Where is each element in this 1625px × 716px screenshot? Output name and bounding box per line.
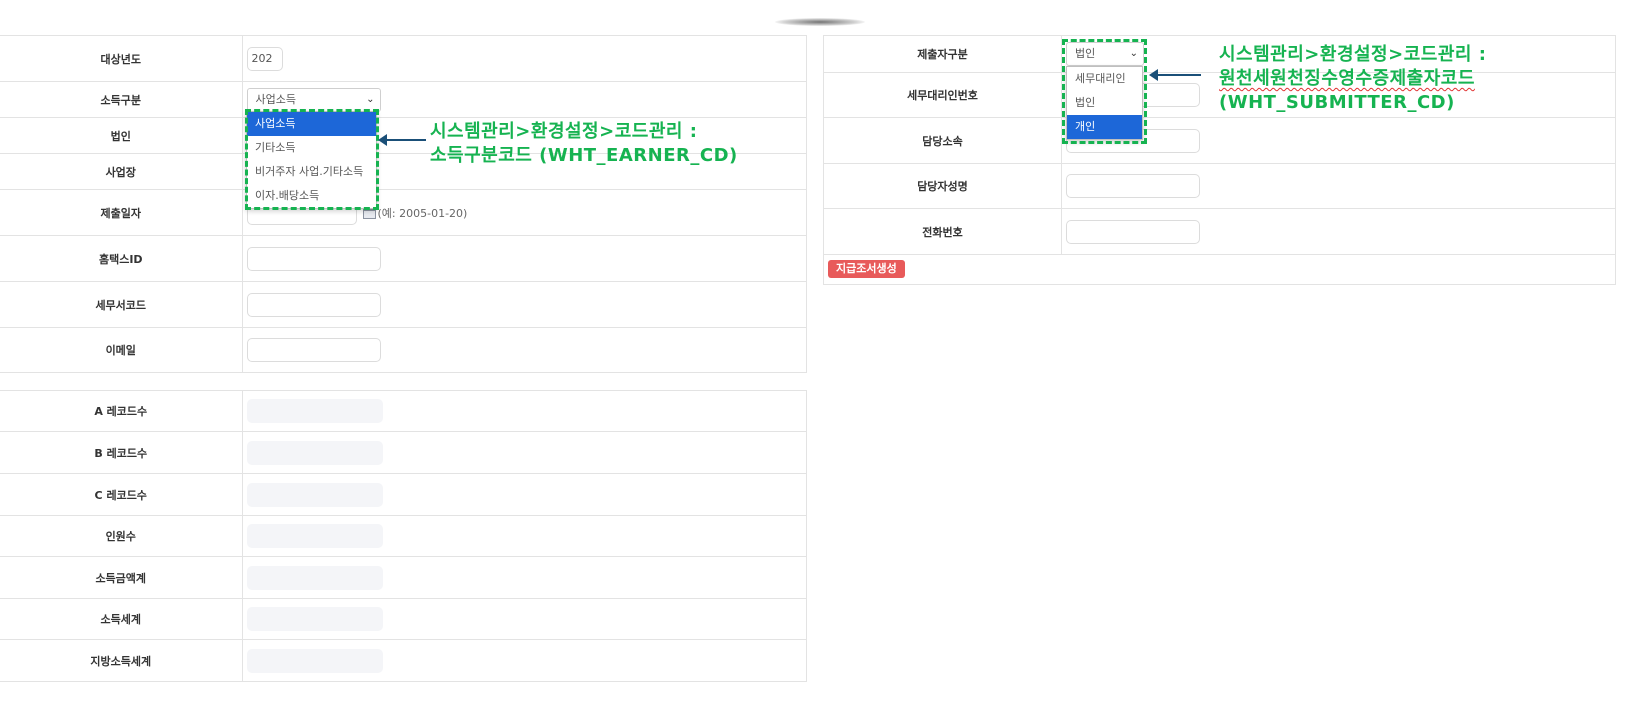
- email-input[interactable]: [246, 338, 381, 362]
- phone-input[interactable]: [1066, 219, 1200, 244]
- row-manager-name: 담당자성명: [823, 163, 1616, 209]
- submitter-option-corporation[interactable]: 법인: [1067, 91, 1142, 115]
- income-option-business[interactable]: 사업소득: [247, 112, 376, 136]
- income-type-label: 소득구분: [0, 81, 243, 118]
- manager-name-label: 담당자성명: [823, 163, 1062, 209]
- email-label: 이메일: [0, 327, 243, 373]
- corporation-label: 법인: [0, 117, 243, 154]
- date-format-hint: (예: 2005-01-20): [377, 206, 468, 220]
- submitter-type-dropdown: 세무대리인 법인 개인: [1066, 66, 1143, 140]
- income-option-other[interactable]: 기타소득: [247, 136, 376, 160]
- shadow-artifact: [775, 18, 865, 26]
- hometax-id-label: 홈택스ID: [0, 235, 243, 282]
- chevron-down-icon: ⌄: [1129, 48, 1138, 59]
- local-tax-total-label: 지방소득세계: [0, 639, 243, 682]
- summary-table: A 레코드수 B 레코드수 C 레코드수 인원수 소득금액계 소득세계 지방소득…: [0, 390, 807, 682]
- target-year-label: 대상년도: [0, 35, 243, 82]
- row-tax-office-code: 세무서코드: [0, 281, 807, 328]
- income-tax-total-label: 소득세계: [0, 598, 243, 640]
- submit-date-label: 제출일자: [0, 189, 243, 236]
- c-record-count-field: [246, 482, 383, 507]
- headcount-field: [246, 524, 383, 548]
- department-label: 담당소속: [823, 117, 1062, 164]
- a-record-count-label: A 레코드수: [0, 390, 243, 432]
- income-type-dropdown: 사업소득 기타소득 비거주자 사업.기타소득 이자.배당소득: [246, 111, 377, 209]
- summary-row: 지방소득세계: [0, 639, 807, 682]
- generate-statement-button[interactable]: 지급조서생성: [828, 260, 905, 278]
- submitter-type-select[interactable]: 법인 ⌄: [1066, 42, 1144, 66]
- row-hometax-id: 홈택스ID: [0, 235, 807, 282]
- headcount-label: 인원수: [0, 515, 243, 557]
- submitter-annotation-line3: (WHT_SUBMITTER_CD): [1219, 92, 1455, 113]
- submitter-type-selected: 법인: [1075, 47, 1096, 60]
- income-tax-total-field: [246, 607, 383, 631]
- submitter-option-tax-agent[interactable]: 세무대리인: [1067, 67, 1142, 91]
- income-total-label: 소득금액계: [0, 556, 243, 599]
- income-annotation-line1: 시스템관리>환경설정>코드관리 :: [430, 121, 698, 142]
- summary-row: B 레코드수: [0, 431, 807, 474]
- summary-row: A 레코드수: [0, 390, 807, 432]
- summary-row: 소득세계: [0, 598, 807, 640]
- manager-name-input[interactable]: [1066, 174, 1200, 198]
- agent-number-label: 세무대리인번호: [823, 72, 1062, 118]
- income-code-annotation: 시스템관리>환경설정>코드관리 : 소득구분코드 (WHT_EARNER_CD): [430, 120, 738, 168]
- submitter-code-annotation: 시스템관리>환경설정>코드관리 : 원천세원천징수영수증제출자코드 (WHT_S…: [1219, 43, 1486, 115]
- c-record-count-label: C 레코드수: [0, 473, 243, 516]
- local-tax-total-field: [246, 648, 383, 673]
- submitter-annotation-line2: 원천세원천징수영수증제출자코드: [1219, 68, 1475, 89]
- income-annotation-line2: 소득구분코드 (WHT_EARNER_CD): [430, 145, 738, 166]
- tax-office-code-label: 세무서코드: [0, 281, 243, 328]
- summary-row: 소득금액계: [0, 556, 807, 599]
- submitter-annotation-line1: 시스템관리>환경설정>코드관리 :: [1219, 44, 1487, 65]
- submitter-arrow: [1149, 69, 1201, 81]
- row-phone: 전화번호: [823, 208, 1616, 255]
- b-record-count-label: B 레코드수: [0, 431, 243, 474]
- target-year-input[interactable]: 202: [246, 46, 283, 71]
- submitter-option-individual[interactable]: 개인: [1067, 115, 1142, 139]
- submitter-type-label: 제출자구분: [823, 35, 1062, 73]
- b-record-count-field: [246, 440, 383, 465]
- row-department: 담당소속: [823, 117, 1616, 164]
- row-target-year: 대상년도 202: [0, 35, 807, 82]
- phone-label: 전화번호: [823, 208, 1062, 255]
- a-record-count-field: [246, 399, 383, 423]
- chevron-down-icon: ⌄: [366, 93, 375, 105]
- summary-row: C 레코드수: [0, 473, 807, 516]
- income-option-nonresident[interactable]: 비거주자 사업.기타소득: [247, 160, 376, 184]
- income-type-select[interactable]: 사업소득 ⌄: [246, 87, 381, 112]
- income-type-selected: 사업소득: [255, 92, 296, 106]
- hometax-id-input[interactable]: [246, 246, 381, 271]
- row-submit-date: 제출일자 (예: 2005-01-20): [0, 189, 807, 236]
- row-income-type: 소득구분 사업소득 ⌄: [0, 81, 807, 118]
- business-site-label: 사업장: [0, 153, 243, 190]
- tax-office-code-input[interactable]: [246, 292, 381, 317]
- income-option-interest-dividend[interactable]: 이자.배당소득: [247, 184, 376, 208]
- row-actions: 지급조서생성: [823, 254, 1616, 285]
- row-email: 이메일: [0, 327, 807, 373]
- income-total-field: [246, 565, 383, 590]
- income-arrow: [378, 134, 426, 146]
- summary-row: 인원수: [0, 515, 807, 557]
- submission-info-form: 대상년도 202 소득구분 사업소득 ⌄ 법인 사업장 제출일자 (예: 200…: [0, 35, 807, 373]
